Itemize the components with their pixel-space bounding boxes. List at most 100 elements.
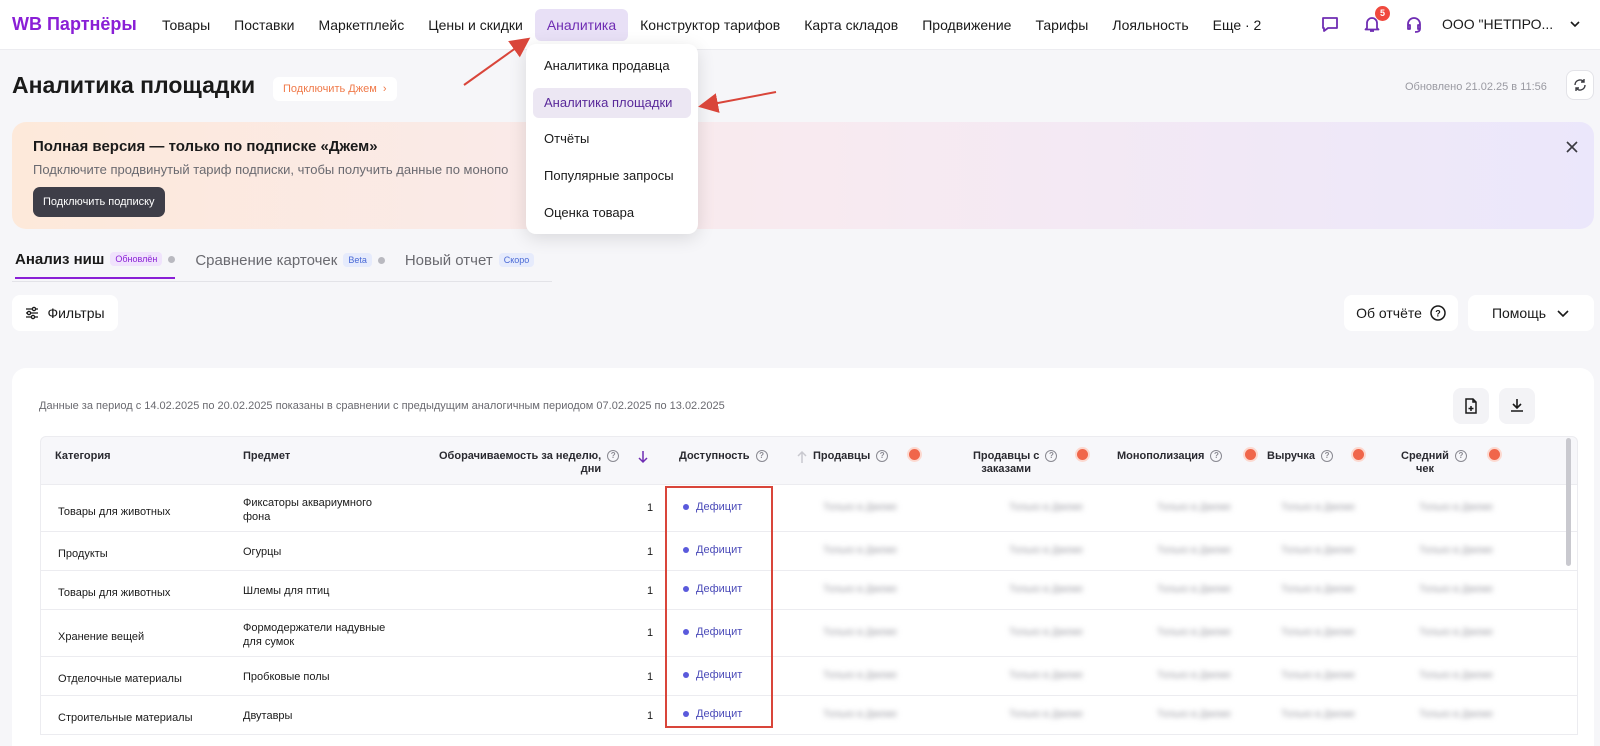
menu-item-popular-queries[interactable]: Популярные запросы (533, 161, 691, 191)
help-icon[interactable]: ? (1045, 450, 1058, 462)
subject-cell: Формодержатели надувные для сумок (243, 622, 386, 648)
nav-item-supplies[interactable]: Поставки (222, 9, 306, 41)
locked-value: Только в Джеме (1281, 502, 1356, 513)
tab-label: Новый отчет (404, 251, 493, 269)
tab-niche-analysis[interactable]: Анализ ниш Обновлён (15, 247, 176, 279)
column-label-line: чек (1415, 463, 1434, 475)
column-label-line: Продавцы с (973, 450, 1040, 462)
support-headset-icon[interactable] (1402, 12, 1426, 36)
menu-item-seller-analytics[interactable]: Аналитика продавца (533, 51, 691, 81)
turnover-cell: 1 (647, 546, 654, 558)
help-icon[interactable]: ? (1210, 450, 1223, 462)
tab-new-report[interactable]: Новый отчет Скоро (404, 247, 535, 279)
column-subject[interactable]: Предмет (243, 450, 290, 463)
column-availability[interactable]: Доступность ? (679, 450, 808, 464)
help-icon[interactable]: ? (1454, 450, 1467, 462)
locked-value: Только в Джеме (1009, 627, 1084, 638)
column-monopolization[interactable]: Монополизация ? (1117, 450, 1223, 463)
bell-icon[interactable]: 5 (1360, 6, 1390, 36)
tab-label: Анализ ниш (15, 250, 105, 268)
table-row[interactable]: Товары для животных Фиксаторы аквариумно… (40, 485, 1578, 532)
nav-item-promotion[interactable]: Продвижение (910, 9, 1023, 41)
nav-item-goods[interactable]: Товары (150, 9, 222, 41)
category-cell: Товары для животных (58, 587, 171, 599)
menu-item-platform-analytics[interactable]: Аналитика площадки (533, 88, 691, 118)
file-add-icon (1465, 398, 1477, 414)
category-cell: Продукты (58, 548, 108, 560)
column-sellers-with-orders[interactable]: Продавцы с заказами ? (973, 450, 1058, 476)
nav-item-tariffs[interactable]: Тарифы (1023, 9, 1100, 41)
table-scrollbar[interactable] (1566, 438, 1571, 566)
subject-cell: Двутавры (243, 710, 293, 722)
page-title: Аналитика площадки (12, 72, 256, 98)
refresh-icon (1574, 79, 1586, 91)
nav-item-loyalty[interactable]: Лояльность (1100, 9, 1200, 41)
refresh-button[interactable] (1566, 70, 1594, 100)
locked-value: Только в Джеме (1157, 709, 1232, 720)
tab-card-comparison[interactable]: Сравнение карточек Beta (195, 247, 385, 279)
table-row[interactable]: Строительные материалы Двутавры 1 Дефици… (40, 696, 1578, 735)
filters-button[interactable]: Фильтры (12, 295, 118, 331)
subject-cell: Шлемы для птиц (243, 585, 330, 597)
menu-item-reports[interactable]: Отчёты (533, 124, 691, 154)
report-tabs: Анализ ниш Обновлён Сравнение карточек B… (15, 247, 535, 279)
locked-value: Только в Джеме (823, 670, 898, 681)
help-icon[interactable]: ? (1321, 450, 1334, 462)
nav-item-tariff-builder[interactable]: Конструктор тарифов (628, 9, 792, 41)
analytics-dropdown-menu: Аналитика продавца Аналитика площадки От… (526, 44, 698, 234)
nav-item-more[interactable]: Еще · 2 (1201, 9, 1274, 41)
about-label: Об отчёте (1356, 305, 1422, 321)
sort-down-arrow-icon[interactable] (637, 450, 649, 464)
download-button[interactable] (1499, 388, 1535, 424)
help-icon[interactable]: ? (755, 450, 768, 462)
locked-value: Только в Джеме (1009, 709, 1084, 720)
help-icon[interactable]: ? (876, 450, 889, 462)
report-card: Данные за период с 14.02.2025 по 20.02.2… (12, 368, 1594, 746)
banner-title: Полная версия — только по подписке «Джем… (33, 138, 378, 155)
column-turnover[interactable]: Оборачиваемость за неделю, дни ? (439, 450, 649, 476)
locked-value: Только в Джеме (1281, 584, 1356, 595)
column-average-check[interactable]: Средний чек ? (1401, 450, 1467, 476)
locked-value: Только в Джеме (823, 627, 898, 638)
column-revenue[interactable]: Выручка ? (1267, 450, 1334, 463)
nav-item-marketplace[interactable]: Маркетплейс (306, 9, 416, 41)
locked-indicator-dot (1353, 449, 1364, 460)
column-sellers[interactable]: Продавцы ? (813, 450, 889, 463)
table-row[interactable]: Товары для животных Шлемы для птиц 1 Деф… (40, 571, 1578, 610)
locked-value: Только в Джеме (1419, 709, 1494, 720)
chat-icon[interactable] (1318, 12, 1342, 36)
column-label: Категория (55, 450, 111, 462)
connect-jam-link[interactable]: Подключить Джем › (273, 77, 397, 101)
table-row[interactable]: Продукты Огурцы 1 Дефицит Только в Джеме… (40, 532, 1578, 571)
nav-item-analytics[interactable]: Аналитика (534, 9, 629, 41)
svg-text:?: ? (1435, 309, 1441, 319)
locked-value: Только в Джеме (1009, 502, 1084, 513)
connect-subscription-button[interactable]: Подключить подписку (33, 187, 165, 217)
menu-item-product-rating[interactable]: Оценка товара (533, 198, 691, 228)
updated-timestamp: Обновлено 21.02.25 в 11:56 (1405, 81, 1547, 93)
sort-up-arrow-icon[interactable] (796, 450, 808, 464)
help-icon[interactable]: ? (607, 450, 620, 462)
subject-cell: Фиксаторы аквариумного фона (243, 497, 372, 523)
about-report-button[interactable]: Об отчёте ? (1344, 295, 1458, 331)
app-logo[interactable]: WB Партнёры (12, 14, 137, 35)
locked-value: Только в Джеме (1009, 670, 1084, 681)
nav-item-prices[interactable]: Цены и скидки (416, 9, 535, 41)
connect-jam-label: Подключить Джем (283, 83, 377, 95)
tabs-divider (12, 281, 552, 282)
locked-value: Только в Джеме (1281, 670, 1356, 681)
table-row[interactable]: Отделочные материалы Пробковые полы 1 Де… (40, 657, 1578, 696)
export-file-button[interactable] (1453, 388, 1489, 424)
nav-item-warehouse-map[interactable]: Карта складов (792, 9, 910, 41)
locked-value: Только в Джеме (1009, 545, 1084, 556)
locked-value: Только в Джеме (823, 502, 898, 513)
chevron-down-icon[interactable] (1568, 17, 1582, 31)
close-icon[interactable] (1564, 139, 1580, 155)
table-row[interactable]: Хранение вещей Формодержатели надувные д… (40, 610, 1578, 657)
niche-table: Категория Предмет Оборачиваемость за нед… (40, 436, 1578, 735)
subscription-banner: Полная версия — только по подписке «Джем… (12, 122, 1594, 229)
organization-name[interactable]: ООО "НЕТПРО... (1442, 16, 1553, 32)
column-category[interactable]: Категория (55, 450, 111, 463)
help-button[interactable]: Помощь (1468, 295, 1594, 331)
column-label-line: Оборачиваемость за неделю, (439, 450, 602, 462)
